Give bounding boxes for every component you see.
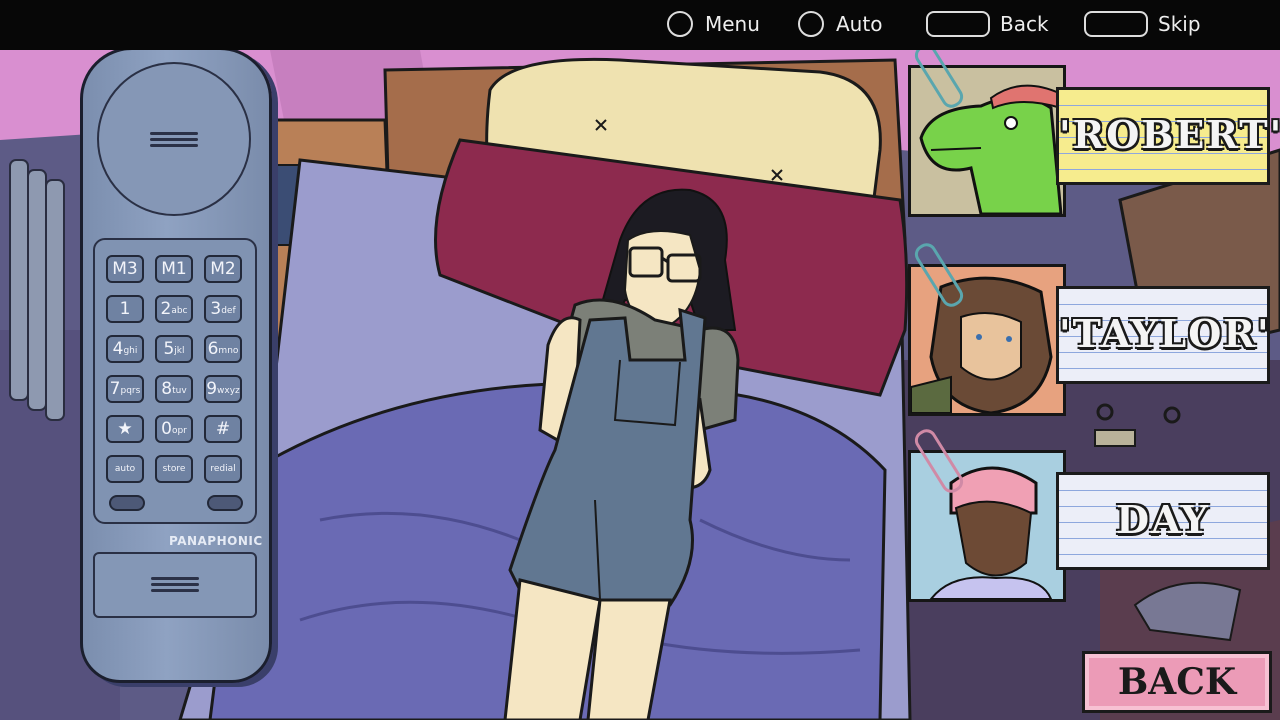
contact-name-paper: 'ROBERT' [1056,87,1280,185]
key-store[interactable]: store [155,455,193,483]
shoulder-button-icon [926,11,990,37]
contact-name: 'TAYLOR' [1059,311,1271,356]
key-redial[interactable]: redial [204,455,242,483]
menu-button[interactable]: Menu [667,9,760,39]
key-2[interactable]: 2 abc [155,295,193,323]
key-0[interactable]: 0 opr [155,415,193,443]
auto-button[interactable]: Auto [798,9,882,39]
contact-card-day[interactable]: DAY [896,425,1276,610]
key-star[interactable]: ★ [106,415,144,443]
key-hash[interactable]: # [204,415,242,443]
key-5[interactable]: 5 jkl [155,335,193,363]
key-9[interactable]: 9 wxyz [204,375,242,403]
contact-name: DAY [1116,497,1210,542]
key-7[interactable]: 7 pqrs [106,375,144,403]
key-8[interactable]: 8 tuv [155,375,193,403]
key-m1[interactable]: M1 [155,255,193,283]
dinosaur-portrait-icon [908,65,1066,217]
key-m2[interactable]: M2 [204,255,242,283]
phone-earpiece [97,62,251,216]
woman-portrait-icon [908,450,1066,602]
contact-name: 'ROBERT' [1059,112,1280,157]
shoulder-button-icon [1084,11,1148,37]
key-m3[interactable]: M3 [106,255,144,283]
key-4[interactable]: 4 ghi [106,335,144,363]
phone-keypad: M3 M1 M2 1 2 abc 3 def 4 ghi 5 jkl 6 mno 7 pqr… [93,238,257,524]
menu-label: Menu [705,12,760,36]
phone-brand-logo: PANAPHONIC [169,534,263,548]
skip-label: Skip [1158,12,1201,36]
key-1[interactable]: 1 [106,295,144,323]
circle-button-icon [798,11,824,37]
key-off[interactable] [207,495,243,511]
back-top-label: Back [1000,12,1049,36]
cordless-phone: M3 M1 M2 1 2 abc 3 def 4 ghi 5 jkl 6 mno 7 pqr… [80,47,272,683]
contact-card-robert[interactable]: 'ROBERT' [896,40,1280,225]
speaker-grille-icon [150,129,198,150]
top-menu-bar: Menu Auto Back Skip [0,0,1280,50]
back-top-button[interactable]: Back [926,9,1049,39]
contact-name-paper: 'TAYLOR' [1056,286,1270,384]
circle-button-icon [667,11,693,37]
werewolf-portrait-icon [908,264,1066,416]
contact-name-paper: DAY [1056,472,1270,570]
microphone-grille-icon [151,574,199,595]
back-button[interactable]: BACK [1082,651,1272,713]
key-3[interactable]: 3 def [204,295,242,323]
skip-button[interactable]: Skip [1084,9,1201,39]
key-talk[interactable] [109,495,145,511]
star-icon: ★ [117,418,133,439]
phone-mouthpiece [93,552,257,618]
key-auto[interactable]: auto [106,455,144,483]
contact-card-taylor[interactable]: 'TAYLOR' [896,239,1276,424]
key-6[interactable]: 6 mno [204,335,242,363]
auto-label: Auto [836,12,883,36]
